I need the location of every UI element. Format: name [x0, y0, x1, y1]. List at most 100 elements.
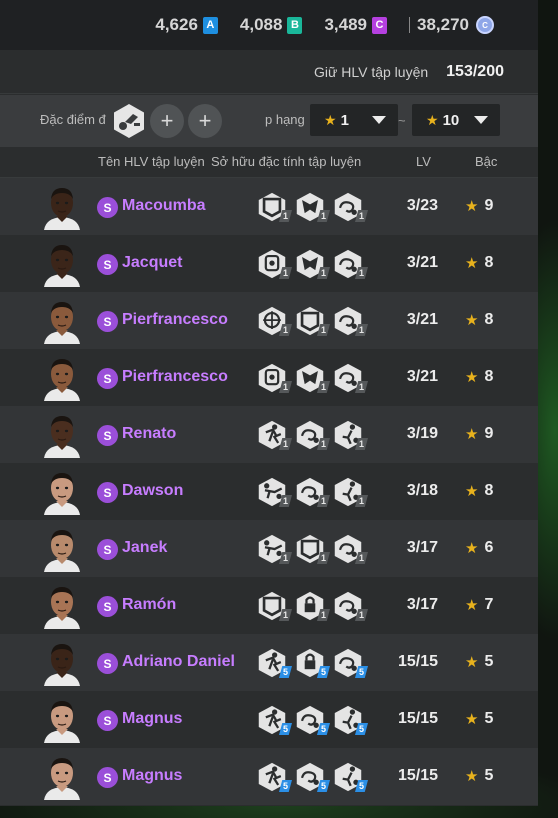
tier-badge: S — [97, 368, 118, 389]
coach-grade: ★ 6 — [465, 539, 493, 557]
coach-traits: 555 — [257, 705, 368, 735]
coach-grade: ★ 8 — [465, 368, 493, 386]
coach-lv: 3/17 — [406, 596, 438, 613]
star-icon: ★ — [465, 768, 479, 785]
trait-slot: 1 — [257, 477, 292, 507]
star-icon: ★ — [465, 540, 479, 557]
coach-list-panel: 4,626 A 4,088 B 3,489 C 38,270 C Giữ HLV… — [0, 0, 538, 806]
col-lv-header[interactable]: LV — [416, 154, 431, 169]
coach-row[interactable]: S Dawson 1 1 1 3/18 ★ 8 — [0, 463, 538, 520]
coach-grade: ★ 8 — [465, 311, 493, 329]
currency-a-value: 4,626 — [155, 15, 198, 34]
coach-name: Pierfrancesco — [122, 311, 228, 328]
coach-row[interactable]: S Magnus 5 5 5 15/15 ★ 5 — [0, 691, 538, 748]
coach-traits: 111 — [257, 192, 368, 222]
trait-slot: 1 — [333, 534, 368, 564]
currency-b: 4,088 B — [240, 15, 303, 35]
kick-icon — [114, 104, 144, 138]
currency-c-icon: C — [372, 16, 387, 34]
star-icon: ★ — [465, 597, 479, 614]
coach-grade: ★ 5 — [465, 767, 493, 785]
trait-slot: 1 — [333, 591, 368, 621]
trait-slot: 1 — [333, 306, 368, 336]
coach-lv: 3/17 — [406, 539, 438, 556]
add-trait-button-2[interactable]: + — [188, 104, 222, 138]
star-icon: ★ — [426, 111, 439, 128]
coach-grade: ★ 7 — [465, 596, 493, 614]
tier-badge: S — [97, 482, 118, 503]
grade-value: 5 — [484, 767, 494, 784]
star-icon: ★ — [324, 111, 337, 128]
coach-traits: 111 — [257, 534, 368, 564]
coach-name: Dawson — [122, 482, 184, 499]
selected-trait-slot[interactable] — [111, 103, 147, 144]
trait-slot: 1 — [257, 591, 292, 621]
grade-value: 8 — [484, 368, 494, 385]
coach-row[interactable]: S Pierfrancesco 1 1 1 3/21 ★ 8 — [0, 349, 538, 406]
tier-badge: S — [97, 254, 118, 275]
add-trait-button[interactable]: + — [150, 104, 184, 138]
rank-min-dropdown[interactable]: ★ 1 — [310, 104, 398, 136]
trait-slot: 1 — [295, 477, 330, 507]
coach-lv: 3/19 — [406, 425, 438, 442]
trait-slot: 1 — [333, 249, 368, 279]
coach-row[interactable]: S Pierfrancesco 1 1 1 3/21 ★ 8 — [0, 292, 538, 349]
tier-badge: S — [97, 653, 118, 674]
coach-avatar — [42, 241, 82, 287]
coach-row[interactable]: S Renato 1 1 1 3/19 ★ 9 — [0, 406, 538, 463]
coach-name: Jacquet — [122, 254, 183, 271]
tier-badge: S — [97, 197, 118, 218]
trait-slot: 1 — [333, 192, 368, 222]
star-icon: ★ — [465, 483, 479, 500]
coach-traits: 111 — [257, 363, 368, 393]
trait-slot: 1 — [295, 591, 330, 621]
currency-fc: 38,270 C — [409, 15, 494, 35]
star-icon: ★ — [465, 711, 479, 728]
coach-row[interactable]: S Adriano Daniel 5 5 5 15/15 ★ 5 — [0, 634, 538, 691]
coach-list: S Macoumba 1 1 1 3/23 ★ 9 S Jacquet 1 1 1 3/21 ★ 8 S Pier… — [0, 178, 538, 805]
coach-traits: 111 — [257, 591, 368, 621]
coach-avatar — [42, 412, 82, 458]
coach-avatar — [42, 469, 82, 515]
coach-traits: 555 — [257, 762, 368, 792]
coach-traits: 111 — [257, 306, 368, 336]
currency-b-value: 4,088 — [239, 15, 283, 34]
star-icon: ★ — [465, 198, 479, 215]
col-name-header[interactable]: Tên HLV tập luyện — [98, 154, 205, 169]
coach-capacity: Giữ HLV tập luyện 153/200 — [0, 50, 538, 94]
coach-avatar — [42, 298, 82, 344]
rank-min-value: 1 — [340, 111, 349, 129]
caret-down-icon — [474, 116, 488, 124]
tier-badge: S — [97, 710, 118, 731]
trait-slot: 5 — [333, 648, 368, 678]
column-headers: Tên HLV tập luyện Sở hữu đặc tính tập lu… — [0, 147, 538, 178]
grade-value: 6 — [484, 539, 494, 556]
trait-slot: 1 — [333, 420, 368, 450]
trait-slot: 1 — [295, 363, 330, 393]
coach-grade: ★ 8 — [465, 254, 493, 272]
coach-grade: ★ 5 — [465, 653, 493, 671]
coach-row[interactable]: S Macoumba 1 1 1 3/23 ★ 9 — [0, 178, 538, 235]
coach-lv: 3/21 — [406, 368, 438, 385]
trait-slot: 1 — [257, 192, 292, 222]
coach-name: Magnus — [122, 767, 183, 784]
trait-slot: 1 — [295, 306, 330, 336]
star-icon: ★ — [465, 426, 479, 443]
coach-lv: 15/15 — [397, 710, 438, 727]
col-grade-header[interactable]: Bậc — [475, 154, 497, 169]
rank-max-dropdown[interactable]: ★ 10 — [412, 104, 500, 136]
coach-avatar — [42, 640, 82, 686]
coach-row[interactable]: S Ramón 1 1 1 3/17 ★ 7 — [0, 577, 538, 634]
coach-row[interactable]: S Janek 1 1 1 3/17 ★ 6 — [0, 520, 538, 577]
trait-slot: 1 — [257, 306, 292, 336]
coach-row[interactable]: S Jacquet 1 1 1 3/21 ★ 8 — [0, 235, 538, 292]
tier-badge: S — [97, 539, 118, 560]
grade-value: 5 — [484, 710, 494, 727]
trait-slot: 5 — [257, 762, 292, 792]
coach-row[interactable]: S Magnus 5 5 5 15/15 ★ 5 — [0, 748, 538, 805]
col-traits-header[interactable]: Sở hữu đặc tính tập luyện — [211, 154, 361, 169]
coach-grade: ★ 8 — [465, 482, 493, 500]
star-icon: ★ — [465, 654, 479, 671]
trait-slot: 5 — [333, 762, 368, 792]
coach-name: Adriano Daniel — [122, 653, 235, 670]
